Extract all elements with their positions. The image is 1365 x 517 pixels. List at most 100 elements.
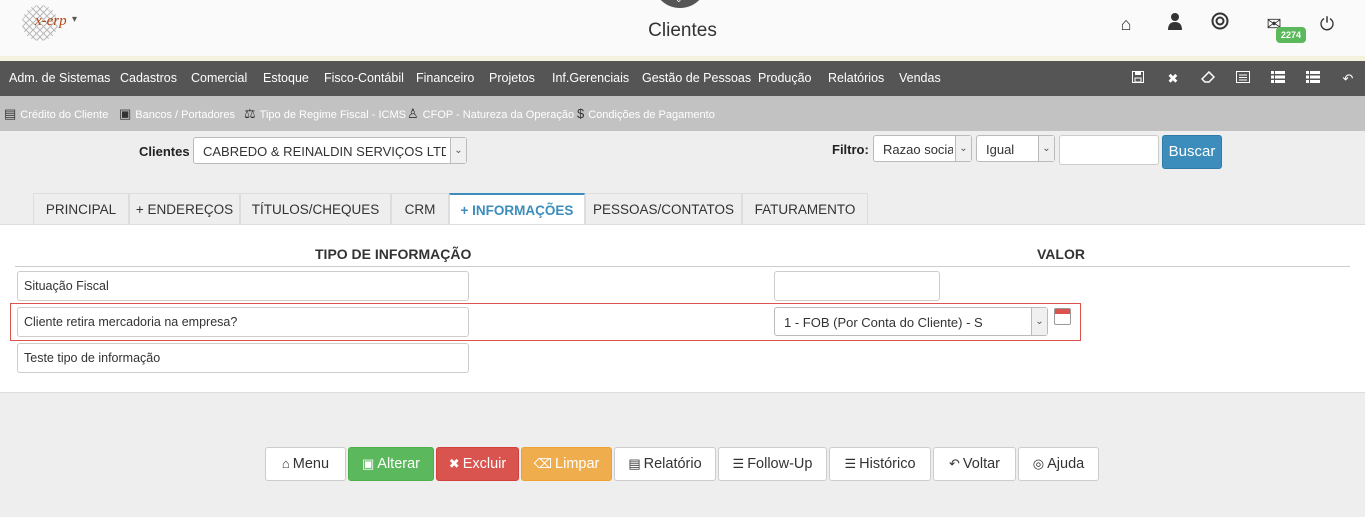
menu-item-projetos[interactable]: Projetos	[489, 61, 535, 96]
filtro-field-select[interactable]: Razao social ⌄	[873, 135, 972, 162]
menu-item-financeiro[interactable]: Financeiro	[416, 61, 474, 96]
tab-informacoes[interactable]: + INFORMAÇÕES	[449, 193, 585, 226]
menu-button-label: Menu	[292, 456, 330, 472]
lifebuoy-icon: ◎	[1032, 456, 1045, 471]
person-icon: ♙	[407, 106, 419, 121]
list-alt-icon[interactable]	[1226, 61, 1260, 96]
close-icon[interactable]: ✖	[1156, 61, 1190, 96]
chevron-down-icon: ⌄	[955, 136, 971, 161]
eraser-icon[interactable]	[1191, 61, 1225, 96]
tab-principal[interactable]: PRINCIPAL	[33, 193, 129, 225]
column-header-valor: VALOR	[1037, 246, 1085, 262]
clientes-select-value: CABREDO & REINALDIN SERVIÇOS LTDA - 0(	[203, 144, 446, 159]
clientes-select[interactable]: CABREDO & REINALDIN SERVIÇOS LTDA - 0( ⌄	[193, 137, 467, 164]
tipo-field-3[interactable]: Teste tipo de informação	[17, 343, 469, 373]
menu-button[interactable]: ⌂ Menu	[265, 447, 346, 481]
historico-button-label: Histórico	[859, 456, 916, 472]
filtro-label: Filtro:	[832, 142, 869, 157]
submenu-credito[interactable]: ▤ Crédito do Cliente	[4, 96, 108, 131]
lifebuoy-icon[interactable]	[1208, 12, 1232, 36]
relatorio-button-label: Relatório	[643, 456, 702, 472]
menu-item-adm[interactable]: Adm. de Sistemas	[9, 61, 110, 96]
valor-select-2[interactable]: 1 - FOB (Por Conta do Cliente) - S ⌄	[774, 307, 1048, 336]
valor-field-1[interactable]	[774, 271, 940, 301]
excluir-button[interactable]: ✖ Excluir	[436, 447, 519, 481]
tipo-field-1[interactable]: Situação Fiscal	[17, 271, 469, 301]
voltar-button[interactable]: ↶ Voltar	[933, 447, 1016, 481]
buscar-button[interactable]: Buscar	[1162, 135, 1222, 169]
filtro-search-input[interactable]	[1059, 135, 1159, 165]
chevron-down-icon: ⌄	[1031, 308, 1047, 335]
header-divider	[15, 266, 1350, 267]
tab-pessoas-contatos[interactable]: PESSOAS/CONTATOS	[585, 193, 742, 225]
submenu-label: Crédito do Cliente	[20, 109, 109, 121]
chevron-down-icon: ⌄	[450, 138, 466, 163]
submenu-cfop[interactable]: ♙ CFOP - Natureza da Operação	[407, 96, 574, 131]
menu-item-comercial[interactable]: Comercial	[191, 61, 247, 96]
limpar-button[interactable]: ⌫ Limpar	[521, 447, 612, 481]
filtro-field-value: Razao social	[883, 142, 953, 157]
excluir-button-label: Excluir	[462, 456, 507, 472]
reply-icon[interactable]: ↶	[1331, 61, 1365, 96]
save-icon[interactable]	[1121, 61, 1155, 96]
submenu-label: CFOP - Natureza da Operação	[422, 109, 575, 121]
menu-item-inf-gerenciais[interactable]: Inf.Gerenciais	[552, 61, 629, 96]
money-bag-icon: $	[577, 106, 585, 121]
clientes-label: Clientes	[139, 144, 190, 159]
relatorio-button[interactable]: ▤ Relatório	[614, 447, 716, 481]
tipo-field-2[interactable]: Cliente retira mercadoria na empresa?	[17, 307, 469, 337]
menu-item-relatorios[interactable]: Relatórios	[828, 61, 884, 96]
menu-item-fisco[interactable]: Fisco-Contábil	[324, 61, 404, 96]
page-title: Clientes	[648, 20, 717, 41]
alterar-button[interactable]: ▣ Alterar	[348, 447, 434, 481]
chart-icon: ⚖	[244, 106, 256, 121]
chevron-down-icon: ⌄	[675, 0, 683, 5]
tab-enderecos[interactable]: + ENDEREÇOS	[129, 193, 240, 225]
filtro-op-select[interactable]: Igual ⌄	[976, 135, 1055, 162]
alterar-button-label: Alterar	[377, 456, 420, 472]
tab-titulos-cheques[interactable]: TÍTULOS/CHEQUES	[240, 193, 391, 225]
submenu-label: Tipo de Regime Fiscal - ICMS	[259, 109, 406, 121]
close-icon: ✖	[448, 456, 460, 471]
menu-item-producao[interactable]: Produção	[758, 61, 812, 96]
submenu-condicoes[interactable]: $ Condições de Pagamento	[577, 96, 715, 131]
id-card-icon: ▤	[4, 106, 17, 121]
menu-item-gestao-pessoas[interactable]: Gestão de Pessoas	[642, 61, 751, 96]
th-list-icon: ☰	[732, 456, 745, 471]
ajuda-button-label: Ajuda	[1047, 456, 1085, 472]
submenu-bar: ▤ Crédito do Cliente ▣ Bancos / Portadores…	[0, 96, 1365, 131]
user-icon[interactable]	[1163, 12, 1187, 36]
ajuda-button[interactable]: ◎ Ajuda	[1018, 447, 1099, 481]
tab-faturamento[interactable]: FATURAMENTO	[742, 193, 868, 225]
submenu-bancos[interactable]: ▣ Bancos / Portadores	[119, 96, 235, 131]
tab-crm[interactable]: CRM	[391, 193, 449, 225]
submenu-regime[interactable]: ⚖ Tipo de Regime Fiscal - ICMS	[244, 96, 406, 131]
voltar-button-label: Voltar	[962, 456, 1000, 472]
th-list-icon[interactable]	[1261, 61, 1295, 96]
chevron-down-icon: ⌄	[1038, 136, 1054, 161]
eraser-icon: ⌫	[533, 456, 553, 471]
column-header-tipo: TIPO DE INFORMAÇÃO	[315, 246, 472, 262]
home-icon: ⌂	[281, 456, 290, 471]
filtro-op-value: Igual	[986, 142, 1015, 157]
th-list-icon: ☰	[844, 456, 857, 471]
followup-button-label: Follow-Up	[747, 456, 813, 472]
menu-item-cadastros[interactable]: Cadastros	[120, 61, 177, 96]
reply-icon: ↶	[949, 456, 960, 471]
power-icon[interactable]: ⏻	[1315, 12, 1339, 36]
limpar-button-label: Limpar	[555, 456, 600, 472]
calendar-icon: ▣	[119, 106, 132, 121]
list-alt-icon: ▤	[628, 456, 641, 471]
save-icon: ▣	[361, 456, 375, 471]
submenu-label: Condições de Pagamento	[588, 109, 715, 121]
valor-select-value: 1 - FOB (Por Conta do Cliente) - S	[784, 315, 983, 330]
calendar-icon[interactable]	[1054, 308, 1071, 325]
mail-count-badge: 2274	[1276, 27, 1307, 43]
menu-item-vendas[interactable]: Vendas	[899, 61, 941, 96]
historico-button[interactable]: ☰ Histórico	[829, 447, 931, 481]
submenu-label: Bancos / Portadores	[135, 109, 235, 121]
home-icon[interactable]: ⌂	[1114, 12, 1138, 36]
th-list-icon[interactable]	[1296, 61, 1330, 96]
followup-button[interactable]: ☰ Follow-Up	[718, 447, 827, 481]
menu-item-estoque[interactable]: Estoque	[263, 61, 309, 96]
